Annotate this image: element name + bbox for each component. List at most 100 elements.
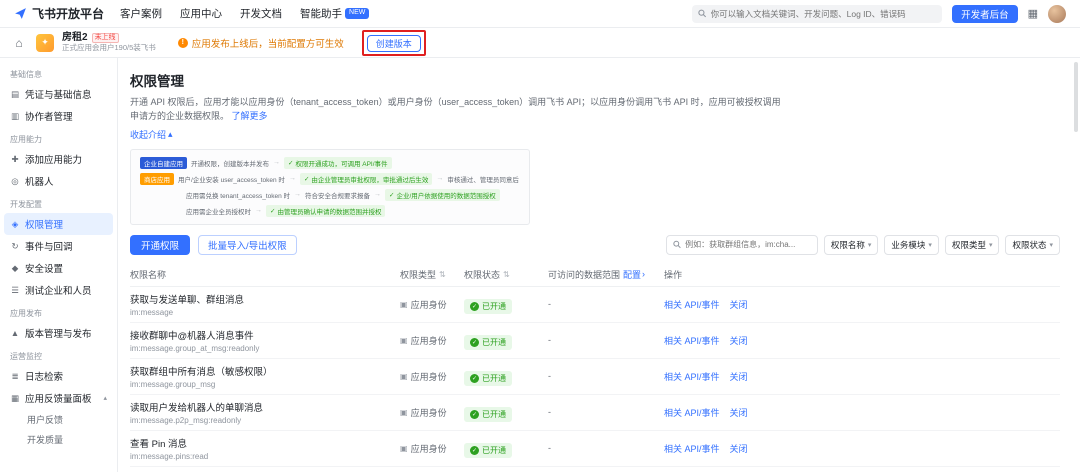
configure-scope-link[interactable]: 配置 › <box>623 268 645 281</box>
diagram-row: 应用需兑换 tenant_access_token 时 → 符合安全合规要求报备… <box>140 188 520 201</box>
check-icon: ✓ <box>470 337 479 347</box>
permission-table: 权限名称 权限类型 ⇅ 权限状态 ⇅ 可访问的数据范围 配置 › 操作 获取与发送单聊… <box>130 263 1060 472</box>
sidebar-item-version-release[interactable]: ▲ 版本管理与发布 <box>4 322 113 344</box>
create-version-button[interactable]: 创建版本 <box>366 34 421 52</box>
close-permission-link[interactable]: 关闭 <box>730 370 748 383</box>
check-icon: ✓ <box>288 159 294 167</box>
sidebar-item-log-search[interactable]: ≣ 日志检索 <box>4 365 113 387</box>
open-permission-button[interactable]: 开通权限 <box>130 234 191 255</box>
app-icon[interactable]: ✦ <box>36 33 54 52</box>
sidebar-item-security[interactable]: ◆ 安全设置 <box>4 257 113 279</box>
status-badge: ✓ 已开通 <box>464 442 512 458</box>
apps-grid-icon[interactable]: ▦ <box>1028 7 1038 20</box>
sort-icon[interactable]: ⇅ <box>439 270 446 279</box>
diagram-step-success: ✓ 由管理员确认申请的数据范围并授权 <box>266 204 386 217</box>
sidebar-item-feedback-panel[interactable]: ▦ 应用反馈量面板 ▴ <box>4 387 113 409</box>
status-badge: ✓ 已开通 <box>464 334 512 350</box>
global-search-input[interactable] <box>710 8 937 19</box>
sidebar-item-label: 日志检索 <box>25 372 64 383</box>
sidebar-section-basic: 基础信息 <box>10 70 42 79</box>
table-header: 权限名称 权限类型 ⇅ 权限状态 ⇅ 可访问的数据范围 配置 › 操作 <box>130 263 1060 287</box>
col-permission-status[interactable]: 权限状态 ⇅ <box>464 268 548 281</box>
app-identity-icon: ▣ <box>400 299 408 309</box>
app-meta[interactable]: 房租2 未上线 正式应用会用户190/5装飞书 <box>62 32 156 52</box>
global-search[interactable] <box>692 4 943 23</box>
brand-name: 飞书开放平台 <box>32 7 105 21</box>
filter-permission-type[interactable]: 权限类型 ▾ <box>944 234 1000 255</box>
col-permission-type[interactable]: 权限类型 ⇅ <box>400 268 464 281</box>
close-permission-link[interactable]: 关闭 <box>730 334 748 347</box>
diagram-step: 审核通过、管理员同意后 <box>447 176 519 184</box>
home-icon[interactable]: ⌂ <box>10 36 28 50</box>
sidebar-item-user-feedback[interactable]: 用户反馈 <box>0 409 117 429</box>
sidebar-item-label: 权限管理 <box>25 220 64 231</box>
app-bar: ⌂ ✦ 房租2 未上线 正式应用会用户190/5装飞书 ! 应用发布上线后，当前… <box>0 28 1080 58</box>
related-api-link[interactable]: 相关 API/事件 <box>664 370 720 383</box>
permission-intro-diagram: 企业自建应用 开通权限，创建版本并发布 → ✓ 权限开通成功，可调用 API/事件… <box>130 148 530 225</box>
close-permission-link[interactable]: 关闭 <box>730 298 748 311</box>
data-scope-value: - <box>548 443 551 454</box>
chevron-down-icon: ▾ <box>988 241 993 249</box>
event-icon: ↻ <box>11 240 19 251</box>
sidebar-item-label: 开发质量 <box>27 434 64 445</box>
diagram-row: 应用需企业全员授权时 → ✓ 由管理员确认申请的数据范围并授权 <box>140 204 520 217</box>
related-api-link[interactable]: 相关 API/事件 <box>664 334 720 347</box>
table-row: 读取用户发给机器人的单聊消息 im:message.p2p_msg:readonl… <box>130 395 1060 431</box>
nav-item-app-center[interactable]: 应用中心 <box>180 6 222 21</box>
app-identity-icon: ▣ <box>400 443 408 453</box>
sidebar-item-dev-quality[interactable]: 开发质量 <box>0 429 117 449</box>
sidebar-item-permissions[interactable]: ◈ 权限管理 <box>4 213 113 235</box>
new-badge: NEW <box>345 8 370 19</box>
status-badge: ✓ 已开通 <box>464 298 512 314</box>
sidebar-item-collaborators[interactable]: ▥ 协作者管理 <box>4 105 113 127</box>
data-scope-value: - <box>548 335 551 346</box>
diagram-step: 开通权限，创建版本并发布 <box>191 160 269 168</box>
diagram-step: 符合安全合规要求报备 <box>305 192 371 200</box>
sidebar-item-test-org[interactable]: ☰ 测试企业和人员 <box>4 279 113 301</box>
sidebar-item-bot[interactable]: ◎ 机器人 <box>4 170 113 192</box>
brand[interactable]: 飞书开放平台 <box>14 5 104 22</box>
learn-more-link[interactable]: 了解更多 <box>232 111 268 121</box>
scrollbar[interactable] <box>1074 62 1078 132</box>
developer-console-button[interactable]: 开发者后台 <box>952 4 1018 23</box>
sidebar: 基础信息 ▤ 凭证与基础信息 ▥ 协作者管理 应用能力 ✚ 添加应用能力 ◎ 机… <box>0 58 118 472</box>
nav-right: 开发者后台 ▦ <box>692 4 1066 23</box>
arrow-icon: → <box>273 159 280 167</box>
nav-item-docs[interactable]: 开发文档 <box>240 6 282 21</box>
sidebar-item-label: 版本管理与发布 <box>25 329 92 340</box>
check-icon: ✓ <box>470 373 479 383</box>
app-identity-icon: ▣ <box>400 407 408 417</box>
related-api-link[interactable]: 相关 API/事件 <box>664 406 720 419</box>
chevron-down-icon: ▾ <box>928 241 932 249</box>
feishu-logo-icon <box>15 8 26 19</box>
related-api-link[interactable]: 相关 API/事件 <box>664 298 720 311</box>
sidebar-item-label: 事件与回调 <box>25 242 73 253</box>
collapse-intro-link[interactable]: 收起介绍 ▴ <box>130 128 173 141</box>
nav-item-cases[interactable]: 客户案例 <box>120 6 162 21</box>
permission-name: 获取群组中所有消息（敏感权限） <box>130 366 273 378</box>
diagram-step: 用户/企业安装 user_access_token 时 <box>178 176 285 184</box>
close-permission-link[interactable]: 关闭 <box>730 406 748 419</box>
filter-permission-status[interactable]: 权限状态 ▾ <box>1005 234 1060 255</box>
col-data-scope: 可访问的数据范围 配置 › <box>548 268 646 281</box>
related-api-link[interactable]: 相关 API/事件 <box>664 442 720 455</box>
close-permission-link[interactable]: 关闭 <box>730 442 748 455</box>
permission-search[interactable] <box>665 234 818 255</box>
sort-icon[interactable]: ⇅ <box>503 270 510 279</box>
sidebar-section-monitor: 运营监控 <box>10 352 42 361</box>
sidebar-item-events[interactable]: ↻ 事件与回调 <box>4 235 113 257</box>
table-toolbar: 开通权限 批量导入/导出权限 权限名称▾ 业务模块▾ 权限类型▾ <box>130 234 1060 255</box>
table-row: 获取与发送单聊、群组消息 im:message ▣ 应用身份 ✓ 已开通 - 相关 A… <box>130 287 1060 323</box>
avatar[interactable] <box>1048 4 1066 23</box>
sidebar-item-label: 凭证与基础信息 <box>25 90 92 101</box>
filter-permission-name[interactable]: 权限名称 ▾ <box>823 234 879 255</box>
filter-business-module[interactable]: 业务模块 ▾ <box>884 234 939 255</box>
nav-item-assistant[interactable]: 智能助手 NEW <box>300 6 370 21</box>
permission-name: 接收群聊中@机器人消息事件 <box>130 330 254 342</box>
sidebar-item-add-capability[interactable]: ✚ 添加应用能力 <box>4 148 113 170</box>
permission-search-input[interactable] <box>685 240 811 250</box>
permission-name: 获取与发送单聊、群组消息 <box>130 294 245 306</box>
store-app-badge: 商店应用 <box>140 172 174 185</box>
import-export-button[interactable]: 批量导入/导出权限 <box>198 234 297 255</box>
sidebar-item-credentials[interactable]: ▤ 凭证与基础信息 <box>4 83 113 105</box>
